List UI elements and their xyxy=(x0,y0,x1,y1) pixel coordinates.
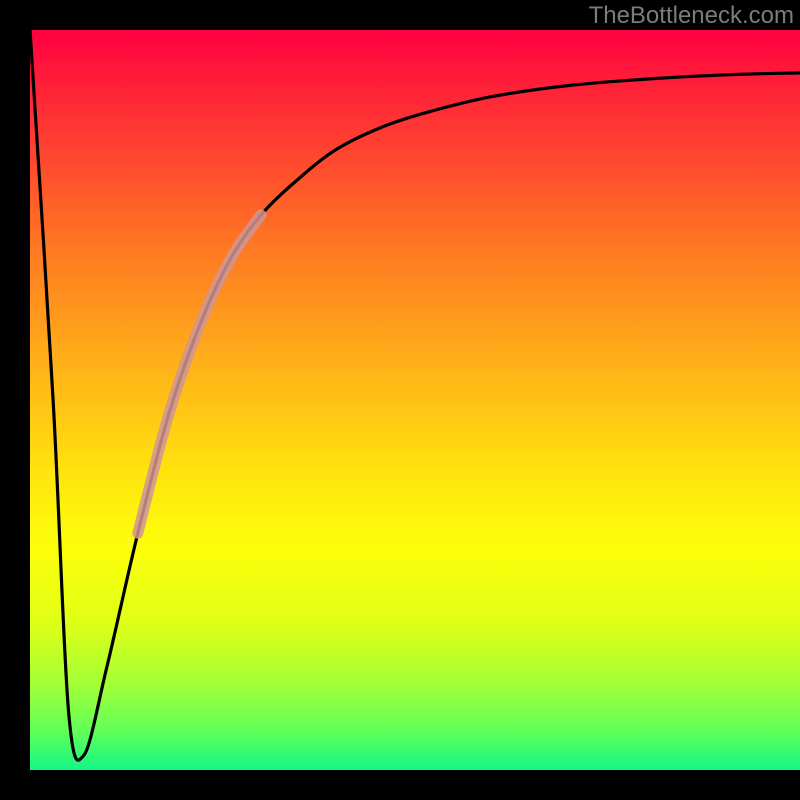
bottleneck-curve-svg xyxy=(30,30,800,770)
bottleneck-curve-highlight xyxy=(138,215,261,533)
watermark-text: TheBottleneck.com xyxy=(589,2,794,30)
chart-frame: TheBottleneck.com xyxy=(0,0,800,800)
bottleneck-curve-path xyxy=(30,30,800,760)
